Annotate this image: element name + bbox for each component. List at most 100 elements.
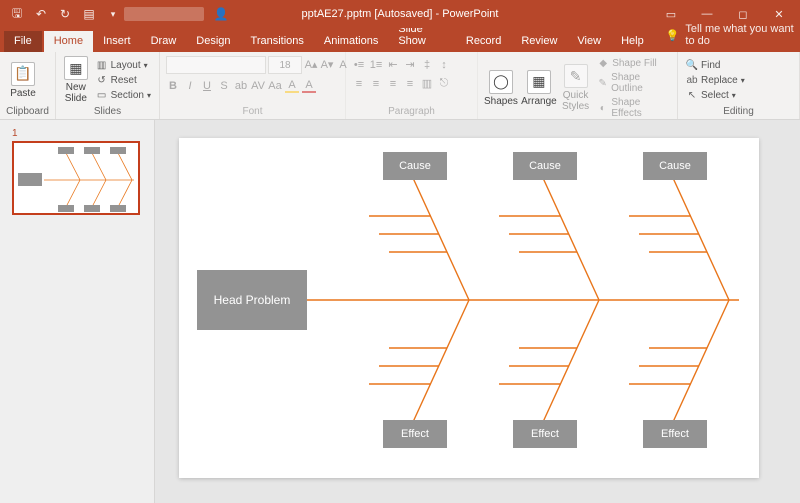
text-direction-icon[interactable]: ↕ <box>437 58 451 72</box>
italic-icon[interactable]: I <box>183 79 197 93</box>
align-left-icon[interactable]: ≡ <box>352 77 366 91</box>
new-slide-label: New Slide <box>65 82 87 104</box>
tell-me[interactable]: 💡 Tell me what you want to do <box>666 23 800 52</box>
align-center-icon[interactable]: ≡ <box>369 77 383 91</box>
replace-button[interactable]: abReplace▾ <box>684 73 747 87</box>
underline-icon[interactable]: U <box>200 79 214 93</box>
columns-icon[interactable]: ▥ <box>420 77 434 91</box>
replace-icon: ab <box>686 74 698 86</box>
bullets-icon[interactable]: •≡ <box>352 58 366 72</box>
editing-options: 🔍Find abReplace▾ ↖Select▾ <box>684 58 747 102</box>
tab-home[interactable]: Home <box>44 31 93 52</box>
section-button[interactable]: ▭Section▾ <box>94 88 153 102</box>
numbering-icon[interactable]: 1≡ <box>369 58 383 72</box>
replace-label: Replace <box>701 75 738 86</box>
indent-dec-icon[interactable]: ⇤ <box>386 58 400 72</box>
editing-label: Editing <box>684 106 793 117</box>
close-icon[interactable]: ✕ <box>762 3 796 25</box>
maximize-icon[interactable]: ◻ <box>726 3 760 25</box>
layout-button[interactable]: ▥Layout▾ <box>94 58 153 72</box>
increase-font-icon[interactable]: A▴ <box>304 58 318 72</box>
font-family-input[interactable] <box>166 56 266 74</box>
shape-fill-button[interactable]: ◆Shape Fill <box>595 56 671 70</box>
arrange-button[interactable]: ▦Arrange <box>522 70 556 107</box>
effect-box-3[interactable]: Effect <box>643 420 707 448</box>
font-size-input[interactable] <box>268 56 302 74</box>
shape-format-options: ◆Shape Fill ✎Shape Outline ◐Shape Effect… <box>595 56 671 120</box>
new-slide-button[interactable]: ▦ New Slide <box>62 56 90 104</box>
cause-box-1[interactable]: Cause <box>383 152 447 180</box>
canvas-area[interactable]: Head Problem Cause Cause Cause Effect Ef… <box>155 120 800 503</box>
paste-button[interactable]: 📋 Paste <box>6 62 40 99</box>
bold-icon[interactable]: B <box>166 79 180 93</box>
tab-animations[interactable]: Animations <box>314 31 388 52</box>
quick-access-toolbar: 🖫 ↶ ↻ ▤ ▾ <box>0 3 124 25</box>
minimize-icon[interactable]: — <box>690 3 724 25</box>
arrange-label: Arrange <box>521 96 557 107</box>
reset-label: Reset <box>111 75 137 86</box>
workspace: 1 <box>0 120 800 503</box>
shadow-icon[interactable]: ab <box>234 79 248 93</box>
tab-record[interactable]: Record <box>456 31 511 52</box>
start-from-beginning-icon[interactable]: ▤ <box>78 3 100 25</box>
align-right-icon[interactable]: ≡ <box>386 77 400 91</box>
slide-thumbnail[interactable] <box>12 141 140 215</box>
cause-box-2[interactable]: Cause <box>513 152 577 180</box>
user-name <box>124 7 204 21</box>
select-label: Select <box>701 90 729 101</box>
justify-icon[interactable]: ≡ <box>403 77 417 91</box>
shapes-button[interactable]: ◯Shapes <box>484 70 518 107</box>
fill-label: Shape Fill <box>612 58 656 69</box>
qat-dropdown-icon[interactable]: ▾ <box>102 3 124 25</box>
reset-button[interactable]: ↺Reset <box>94 73 153 87</box>
redo-icon[interactable]: ↻ <box>54 3 76 25</box>
find-icon: 🔍 <box>686 59 698 71</box>
tab-draw[interactable]: Draw <box>141 31 187 52</box>
tab-review[interactable]: Review <box>511 31 567 52</box>
undo-icon[interactable]: ↶ <box>30 3 52 25</box>
effect-box-1[interactable]: Effect <box>383 420 447 448</box>
ribbon-tabs: File Home Insert Draw Design Transitions… <box>0 28 800 52</box>
group-slides: ▦ New Slide ▥Layout▾ ↺Reset ▭Section▾ Sl… <box>56 52 160 119</box>
tab-view[interactable]: View <box>567 31 611 52</box>
shapes-icon: ◯ <box>489 70 513 94</box>
user-area: 👤 <box>124 3 232 25</box>
fishbone-head[interactable]: Head Problem <box>197 270 307 330</box>
font-label: Font <box>166 106 339 117</box>
shape-outline-button[interactable]: ✎Shape Outline <box>595 71 671 95</box>
ribbon-options-icon[interactable]: ▭ <box>654 3 688 25</box>
save-icon[interactable]: 🖫 <box>6 3 28 25</box>
smartart-icon[interactable]: ⎋ <box>437 77 451 91</box>
indent-inc-icon[interactable]: ⇥ <box>403 58 417 72</box>
highlight-icon[interactable]: A <box>285 79 299 93</box>
group-clipboard: 📋 Paste Clipboard <box>0 52 56 119</box>
decrease-font-icon[interactable]: A▾ <box>320 58 334 72</box>
find-label: Find <box>701 60 720 71</box>
font-color-icon[interactable]: A <box>302 79 316 93</box>
shape-effects-button[interactable]: ◐Shape Effects <box>595 96 671 120</box>
fill-icon: ◆ <box>597 57 609 69</box>
tab-help[interactable]: Help <box>611 31 654 52</box>
quick-styles-button[interactable]: ✎Quick Styles <box>560 64 591 112</box>
paste-icon: 📋 <box>11 62 35 86</box>
tab-file[interactable]: File <box>4 31 42 52</box>
user-avatar-icon[interactable]: 👤 <box>210 3 232 25</box>
line-spacing-icon[interactable]: ‡ <box>420 58 434 72</box>
group-paragraph: •≡ 1≡ ⇤ ⇥ ‡ ↕ ≡ ≡ ≡ ≡ ▥ ⎋ Paragraph <box>346 52 478 119</box>
slides-options: ▥Layout▾ ↺Reset ▭Section▾ <box>94 58 153 102</box>
slide-canvas[interactable]: Head Problem Cause Cause Cause Effect Ef… <box>179 138 759 478</box>
effect-box-2[interactable]: Effect <box>513 420 577 448</box>
tab-insert[interactable]: Insert <box>93 31 141 52</box>
case-icon[interactable]: Aa <box>268 79 282 93</box>
tab-design[interactable]: Design <box>186 31 240 52</box>
window-buttons: ▭ — ◻ ✕ <box>654 3 800 25</box>
cause-box-3[interactable]: Cause <box>643 152 707 180</box>
slide-number: 1 <box>12 128 142 139</box>
paste-label: Paste <box>10 88 36 99</box>
strike-icon[interactable]: S <box>217 79 231 93</box>
find-button[interactable]: 🔍Find <box>684 58 747 72</box>
effects-icon: ◐ <box>597 102 608 114</box>
spacing-icon[interactable]: AV <box>251 79 265 93</box>
tab-transitions[interactable]: Transitions <box>241 31 314 52</box>
select-button[interactable]: ↖Select▾ <box>684 88 747 102</box>
